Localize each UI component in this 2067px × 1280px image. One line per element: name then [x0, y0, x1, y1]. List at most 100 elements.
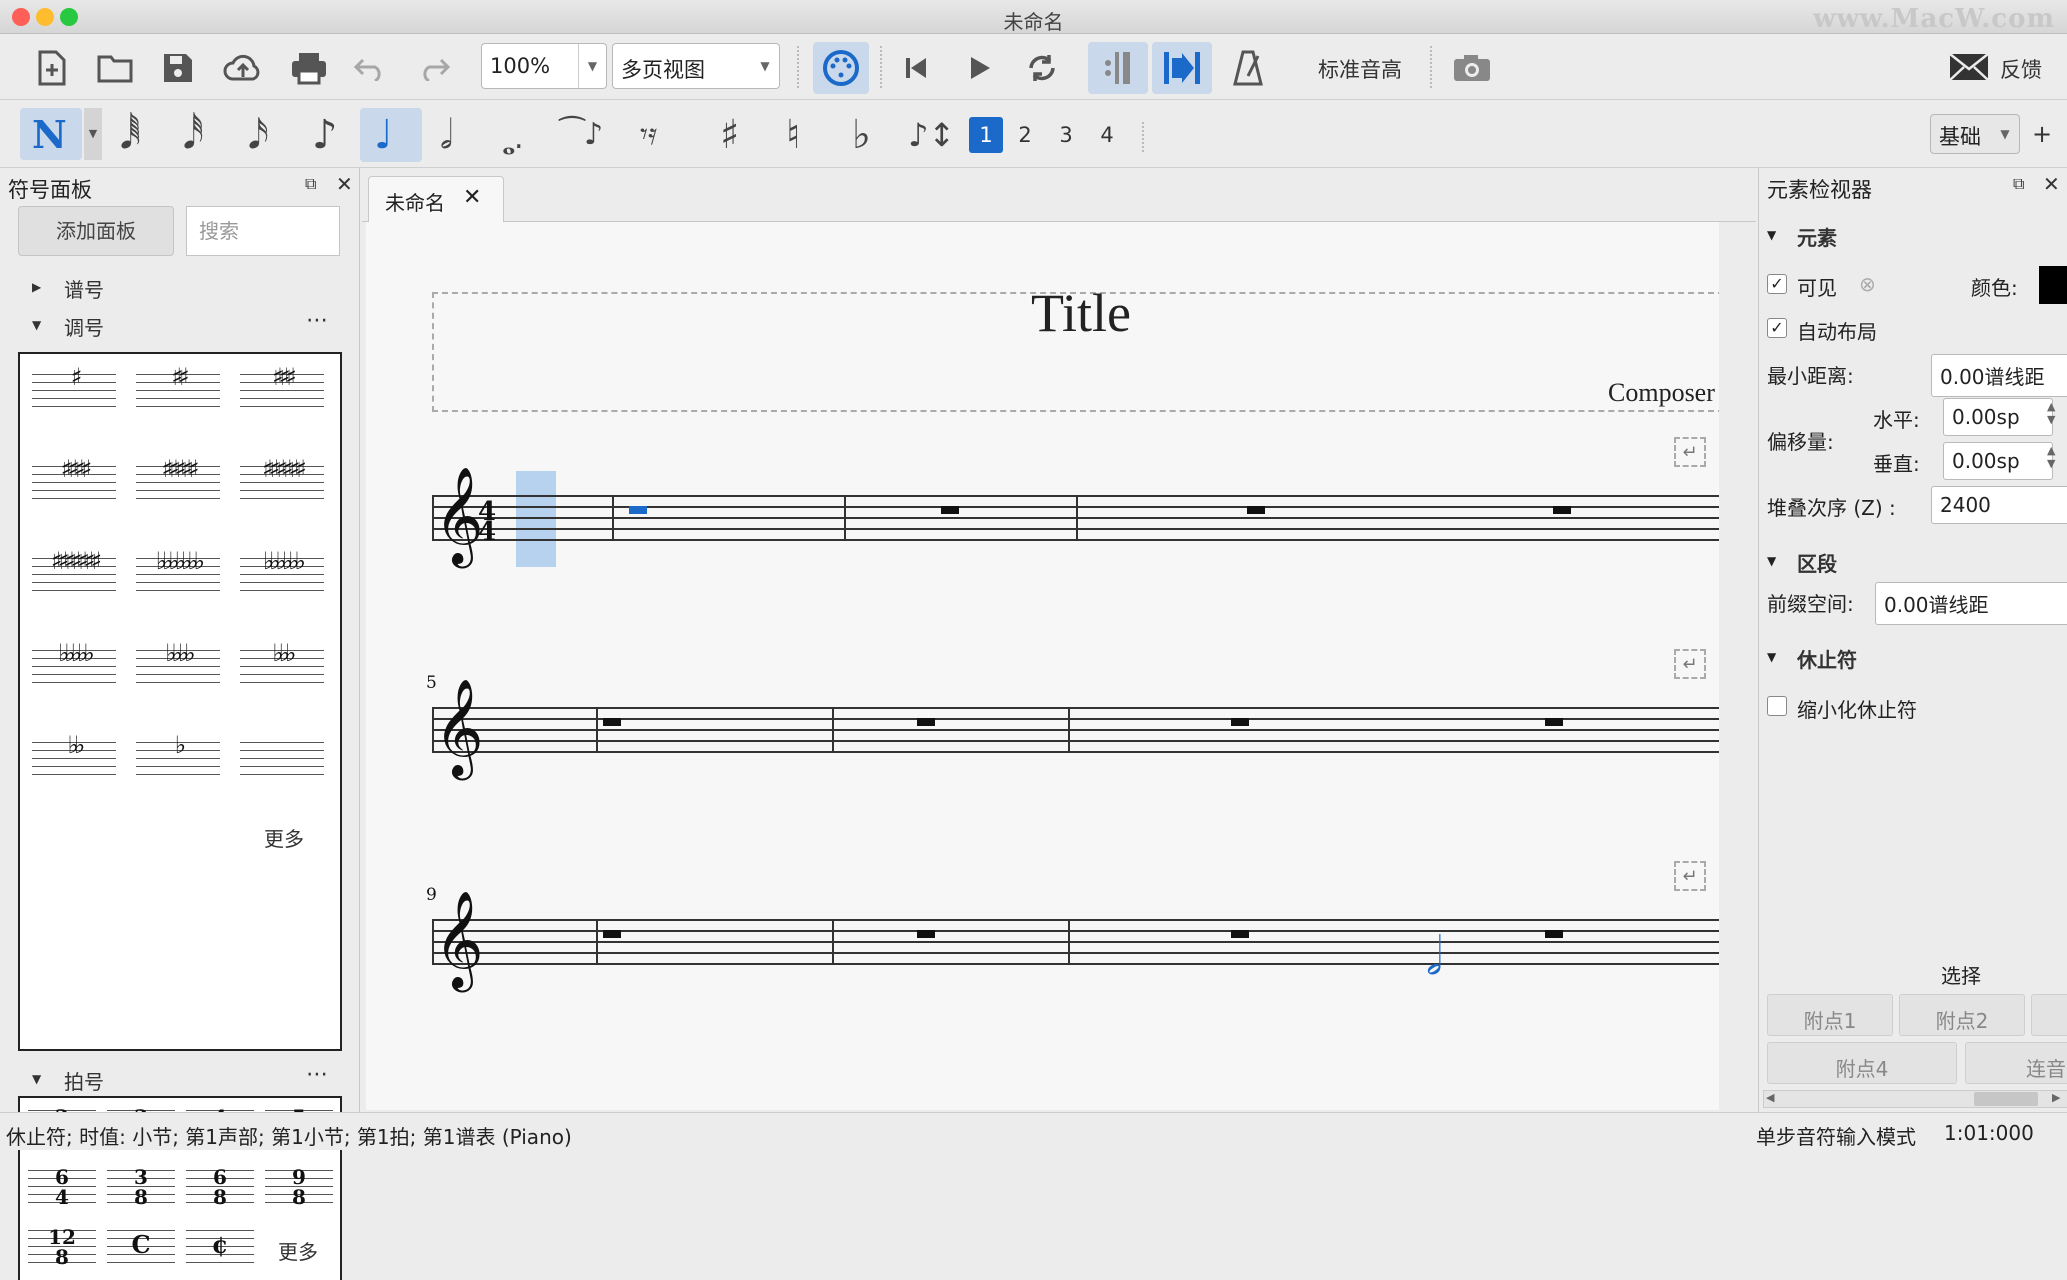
- keysig-cell[interactable]: ♯♯♯♯♯: [130, 452, 226, 514]
- open-folder-icon[interactable]: [95, 48, 135, 88]
- whole-rest[interactable]: [603, 930, 621, 938]
- dot1-button[interactable]: 附点1: [1767, 994, 1893, 1036]
- dot2-button[interactable]: 附点2: [1899, 994, 2025, 1036]
- cloud-upload-icon[interactable]: [221, 48, 265, 88]
- keysig-cell[interactable]: ♯♯♯♯♯♯♯: [26, 544, 122, 606]
- save-icon[interactable]: [158, 48, 198, 88]
- pan-score-icon[interactable]: [1152, 42, 1212, 94]
- vertical-offset-input[interactable]: 0.00sp: [1943, 442, 2053, 480]
- palette-search-input[interactable]: 搜索: [186, 206, 340, 256]
- close-tab-icon[interactable]: ✕: [463, 185, 481, 210]
- add-palette-button[interactable]: 添加面板: [18, 206, 174, 256]
- keysig-cell[interactable]: ♯♯♯: [234, 360, 330, 422]
- keysig-cell[interactable]: ♯♯: [130, 360, 226, 422]
- line-break-icon[interactable]: ↵: [1674, 437, 1706, 467]
- loop-icon[interactable]: [1022, 48, 1062, 88]
- keysig-cell[interactable]: ♭♭: [26, 728, 122, 790]
- dot4-button[interactable]: 附点4: [1767, 1042, 1957, 1084]
- chevron-down-icon[interactable]: ▼: [578, 44, 606, 88]
- whole-rest[interactable]: [629, 506, 647, 514]
- flat-icon[interactable]: ♭: [852, 110, 871, 160]
- horizontal-scrollbar[interactable]: ◀ ▶: [1763, 1090, 2067, 1108]
- keysig-cell[interactable]: ♯: [26, 360, 122, 422]
- 32nd-note-icon[interactable]: 𝅘𝅥𝅰: [183, 110, 204, 160]
- barline[interactable]: [612, 495, 614, 541]
- score-composer[interactable]: Composer: [1608, 378, 1715, 408]
- metronome-icon[interactable]: [1228, 48, 1268, 88]
- note-input-mode-button[interactable]: N: [20, 108, 82, 160]
- undock-icon[interactable]: ⧉: [2013, 174, 2024, 194]
- timesig-cell[interactable]: 68: [182, 1162, 258, 1214]
- horizontal-offset-input[interactable]: 0.00sp: [1943, 398, 2053, 436]
- zoom-combobox[interactable]: 100% ▼: [481, 43, 607, 89]
- workspace-select[interactable]: 基础 ▼: [1930, 114, 2020, 154]
- print-icon[interactable]: [287, 48, 331, 88]
- keysig-cell[interactable]: [234, 728, 330, 790]
- small-rest-checkbox[interactable]: [1767, 696, 1787, 716]
- natural-icon[interactable]: ♮: [786, 110, 800, 160]
- chevron-down-icon[interactable]: ▼: [1991, 115, 2019, 153]
- keysig-cell[interactable]: ♭: [130, 728, 226, 790]
- new-file-icon[interactable]: [32, 48, 72, 88]
- eighth-note-icon[interactable]: ♪: [312, 110, 338, 160]
- voice-1-button[interactable]: 1: [969, 117, 1003, 153]
- augmentation-dot-icon[interactable]: .: [514, 114, 524, 164]
- chevron-right-icon[interactable]: ▶: [2052, 1091, 2060, 1104]
- whole-rest[interactable]: [941, 506, 959, 514]
- barline[interactable]: [596, 919, 598, 965]
- line-break-icon[interactable]: ↵: [1674, 861, 1706, 891]
- flip-direction-icon[interactable]: ♪↕: [908, 110, 955, 160]
- keysig-cell[interactable]: ♯♯♯♯: [26, 452, 122, 514]
- keysig-more-button[interactable]: 更多: [264, 823, 304, 852]
- stacking-order-input[interactable]: 2400: [1931, 486, 2067, 524]
- envelope-icon[interactable]: [1947, 50, 1991, 84]
- sharp-icon[interactable]: ♯: [720, 110, 739, 160]
- score-tab[interactable]: 未命名 ✕: [368, 176, 504, 222]
- chevron-left-icon[interactable]: ◀: [1766, 1091, 1774, 1104]
- keysig-cell[interactable]: ♭♭♭♭: [130, 636, 226, 698]
- whole-rest[interactable]: [1247, 506, 1265, 514]
- play-icon[interactable]: [960, 48, 1000, 88]
- rewind-icon[interactable]: [896, 48, 936, 88]
- rest-icon[interactable]: 𝄾𝄿: [640, 110, 657, 160]
- redo-icon[interactable]: [414, 48, 454, 88]
- color-swatch[interactable]: [2039, 266, 2067, 304]
- quarter-note-button[interactable]: ♩: [360, 108, 422, 162]
- keysig-cell[interactable]: ♭♭♭♭♭♭: [234, 544, 330, 606]
- timesig-more-button[interactable]: 更多: [278, 1236, 318, 1265]
- tie-icon[interactable]: ⁀♪: [560, 110, 603, 160]
- timesig-cell[interactable]: ¢: [182, 1222, 258, 1274]
- barline[interactable]: [596, 707, 598, 753]
- barline[interactable]: [832, 707, 834, 753]
- keysig-section[interactable]: 调号: [64, 312, 104, 341]
- timesig-cell[interactable]: 38: [103, 1162, 179, 1214]
- close-icon[interactable]: ✕: [2043, 172, 2060, 196]
- camera-icon[interactable]: [1450, 48, 1494, 88]
- add-workspace-button[interactable]: +: [2032, 120, 2052, 148]
- whole-rest[interactable]: [1553, 506, 1571, 514]
- autoplace-checkbox[interactable]: ✓: [1767, 318, 1787, 338]
- scrollbar-thumb[interactable]: [1974, 1092, 2038, 1106]
- whole-rest[interactable]: [1231, 930, 1249, 938]
- tuning-button[interactable]: 标准音高: [1318, 54, 1402, 84]
- whole-rest[interactable]: [603, 718, 621, 726]
- chevron-right-icon[interactable]: ▶: [32, 280, 41, 294]
- voice-2-button[interactable]: 2: [1008, 117, 1042, 153]
- undock-icon[interactable]: ⧉: [305, 174, 316, 194]
- keysig-cell[interactable]: ♭♭♭: [234, 636, 330, 698]
- timesig-cell[interactable]: C: [103, 1222, 179, 1274]
- keysig-cell[interactable]: ♭♭♭♭♭♭♭: [130, 544, 226, 606]
- timesig-section[interactable]: 拍号: [64, 1066, 104, 1095]
- voice-4-button[interactable]: 4: [1090, 117, 1124, 153]
- barline[interactable]: [844, 495, 846, 541]
- half-note-icon[interactable]: 𝅗𝅥: [440, 110, 453, 160]
- barline[interactable]: [832, 919, 834, 965]
- barline[interactable]: [1068, 919, 1070, 965]
- stepper-icon[interactable]: ▲ ▼: [2047, 444, 2055, 470]
- keysig-menu-icon[interactable]: ⋯: [306, 308, 328, 333]
- visible-checkbox[interactable]: ✓: [1767, 274, 1787, 294]
- chevron-down-icon[interactable]: ▼: [32, 1072, 41, 1086]
- score-canvas[interactable]: Title Composer 𝄞44↵𝄞5↵𝄞9↵13↵𝅗𝅥: [366, 222, 1719, 1110]
- chevron-down-icon[interactable]: ▼: [1767, 650, 1776, 664]
- 64th-note-icon[interactable]: 𝅘𝅥𝅱: [120, 110, 141, 160]
